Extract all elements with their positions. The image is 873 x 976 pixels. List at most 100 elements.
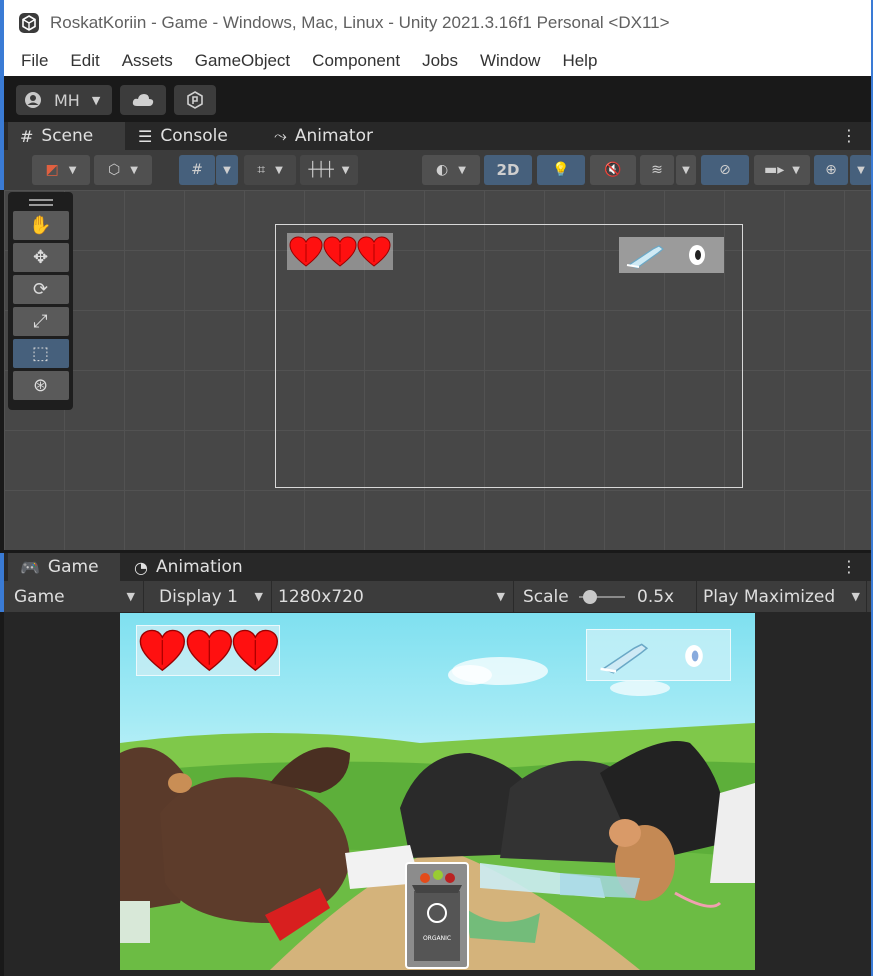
sphere-icon: ◐: [436, 162, 449, 178]
audio-toggle-button[interactable]: 🔇: [590, 155, 636, 185]
bin-label: ORGANIC: [423, 935, 451, 942]
scale-slider-thumb[interactable]: [583, 590, 597, 604]
render-mode-button[interactable]: ⬡ ▼: [94, 155, 152, 185]
move-tool-button[interactable]: ✥: [12, 243, 69, 272]
layers-icon: ≋: [651, 162, 663, 178]
menu-window[interactable]: Window: [469, 51, 551, 71]
scale-control: Scale 0.5x: [515, 581, 697, 612]
resolution-dropdown[interactable]: 1280x720 ▼: [272, 581, 514, 612]
camera-settings-button[interactable]: ▬▸ ▼: [754, 155, 810, 185]
unity-logo-icon: [19, 13, 39, 33]
tab-game[interactable]: 🎮 Game: [8, 553, 120, 581]
chevron-down-icon: ▼: [130, 164, 138, 176]
heart-icon: [186, 629, 232, 671]
chevron-down-icon: ▼: [126, 590, 135, 603]
mute-icon: 🔇: [604, 162, 622, 178]
transform-tool-button[interactable]: ⊛: [12, 371, 69, 400]
heart-icon: [323, 235, 357, 267]
scale-tool-button[interactable]: ⤢: [12, 307, 69, 336]
bottle-icon: [600, 643, 649, 674]
rect-tool-icon: ⬚: [31, 343, 49, 364]
display-value: Display 1: [159, 586, 238, 607]
animator-icon: ⤳: [274, 126, 287, 145]
increment-snap-button[interactable]: ┼┼┼ ▼: [300, 155, 358, 185]
title-bar: RoskatKoriin - Game - Windows, Mac, Linu…: [0, 0, 873, 46]
grid-snap-dropdown[interactable]: ▼: [216, 155, 238, 185]
more-options-icon[interactable]: ⋮: [841, 126, 857, 145]
bottle-icon: [626, 245, 664, 269]
display-dropdown[interactable]: Display 1 ▼: [146, 581, 272, 612]
toggle-2d-button[interactable]: 2D: [484, 155, 532, 185]
chevron-down-icon: ▼: [851, 590, 860, 603]
play-mode-value: Play Maximized: [703, 586, 836, 607]
collab-button[interactable]: [174, 85, 216, 115]
cube-icon: ⬡: [108, 162, 121, 178]
tab-console-label: Console: [160, 126, 228, 146]
draw-mode-button[interactable]: ◩ ▼: [32, 155, 90, 185]
menu-jobs[interactable]: Jobs: [411, 51, 469, 71]
camera-icon: ▬▸: [764, 162, 785, 178]
heart-icon: [233, 629, 279, 671]
fx-toggle-button[interactable]: ≋: [640, 155, 674, 185]
tab-scene[interactable]: # Scene: [8, 122, 125, 150]
effects-button[interactable]: ◐ ▼: [422, 155, 480, 185]
gizmos-button[interactable]: ⊕: [814, 155, 848, 185]
chevron-down-icon: ▼: [496, 590, 505, 603]
more-options-icon[interactable]: ⋮: [841, 557, 857, 576]
view-mode-dropdown[interactable]: Game ▼: [8, 581, 144, 612]
chevron-down-icon: ▼: [792, 164, 800, 176]
transform-tool-icon: ⊛: [32, 375, 49, 396]
menu-assets[interactable]: Assets: [111, 51, 184, 71]
menu-component[interactable]: Component: [301, 51, 411, 71]
scale-tool-icon: ⤢: [33, 311, 48, 332]
view-mode-value: Game: [14, 586, 65, 607]
scene-tab-bar: # Scene ☰ Console ⤳ Animator ⋮: [0, 122, 873, 150]
palette-grip[interactable]: [12, 196, 69, 208]
menu-gameobject[interactable]: GameObject: [184, 51, 301, 71]
chevron-down-icon: ▼: [68, 164, 77, 176]
grid-snap-icon: #: [191, 162, 203, 178]
hand-tool-button[interactable]: ✋: [12, 211, 69, 240]
chevron-down-icon: ▼: [91, 93, 101, 107]
scale-value: 0.5x: [637, 586, 675, 607]
game-tab-bar: 🎮 Game ◔ Animation ⋮: [0, 553, 873, 581]
scene-visibility-button[interactable]: ⊘: [701, 155, 749, 185]
main-toolbar: MH ▼: [0, 76, 873, 122]
snap-increment-button[interactable]: ⌗ ▼: [244, 155, 296, 185]
scene-hearts-panel[interactable]: [287, 233, 393, 270]
chevron-down-icon: ▼: [275, 164, 283, 176]
play-mode-dropdown[interactable]: Play Maximized ▼: [697, 581, 867, 612]
tab-console[interactable]: ☰ Console: [126, 122, 240, 150]
gizmos-dropdown[interactable]: ▼: [850, 155, 872, 185]
ruler-icon: ┼┼┼: [308, 162, 334, 178]
tab-animator[interactable]: ⤳ Animator: [262, 122, 385, 150]
tab-animation-label: Animation: [155, 557, 243, 577]
tab-animation[interactable]: ◔ Animation: [122, 553, 255, 581]
shaded-mode-icon: ◩: [45, 162, 59, 178]
chevron-down-icon: ▼: [223, 164, 231, 176]
rotate-tool-button[interactable]: ⟳: [12, 275, 69, 304]
lighting-toggle-button[interactable]: 💡: [537, 155, 585, 185]
game-items-panel: [586, 629, 731, 681]
tab-animator-label: Animator: [294, 126, 373, 146]
game-view[interactable]: ORGANIC: [120, 613, 755, 970]
lightbulb-icon: 💡: [552, 162, 570, 178]
scale-label: Scale: [523, 586, 569, 607]
tool-palette: ✋ ✥ ⟳ ⤢ ⬚ ⊛: [8, 192, 73, 410]
account-button[interactable]: MH ▼: [16, 85, 112, 115]
clock-icon: ◔: [134, 557, 148, 577]
game-hearts-panel: [136, 625, 280, 676]
move-tool-icon: ✥: [32, 247, 49, 268]
scene-items-panel[interactable]: [619, 237, 724, 273]
rect-tool-button[interactable]: ⬚: [12, 339, 69, 368]
egg-icon: [685, 645, 703, 667]
menu-help[interactable]: Help: [551, 51, 608, 71]
grid-icon: #: [20, 126, 34, 146]
fx-dropdown[interactable]: ▼: [676, 155, 696, 185]
menu-edit[interactable]: Edit: [59, 51, 110, 71]
menu-file[interactable]: File: [10, 51, 59, 71]
snap-icon: ⌗: [257, 162, 266, 178]
cloud-button[interactable]: [120, 85, 166, 115]
heart-icon: [289, 235, 323, 267]
grid-snap-button[interactable]: #: [179, 155, 215, 185]
